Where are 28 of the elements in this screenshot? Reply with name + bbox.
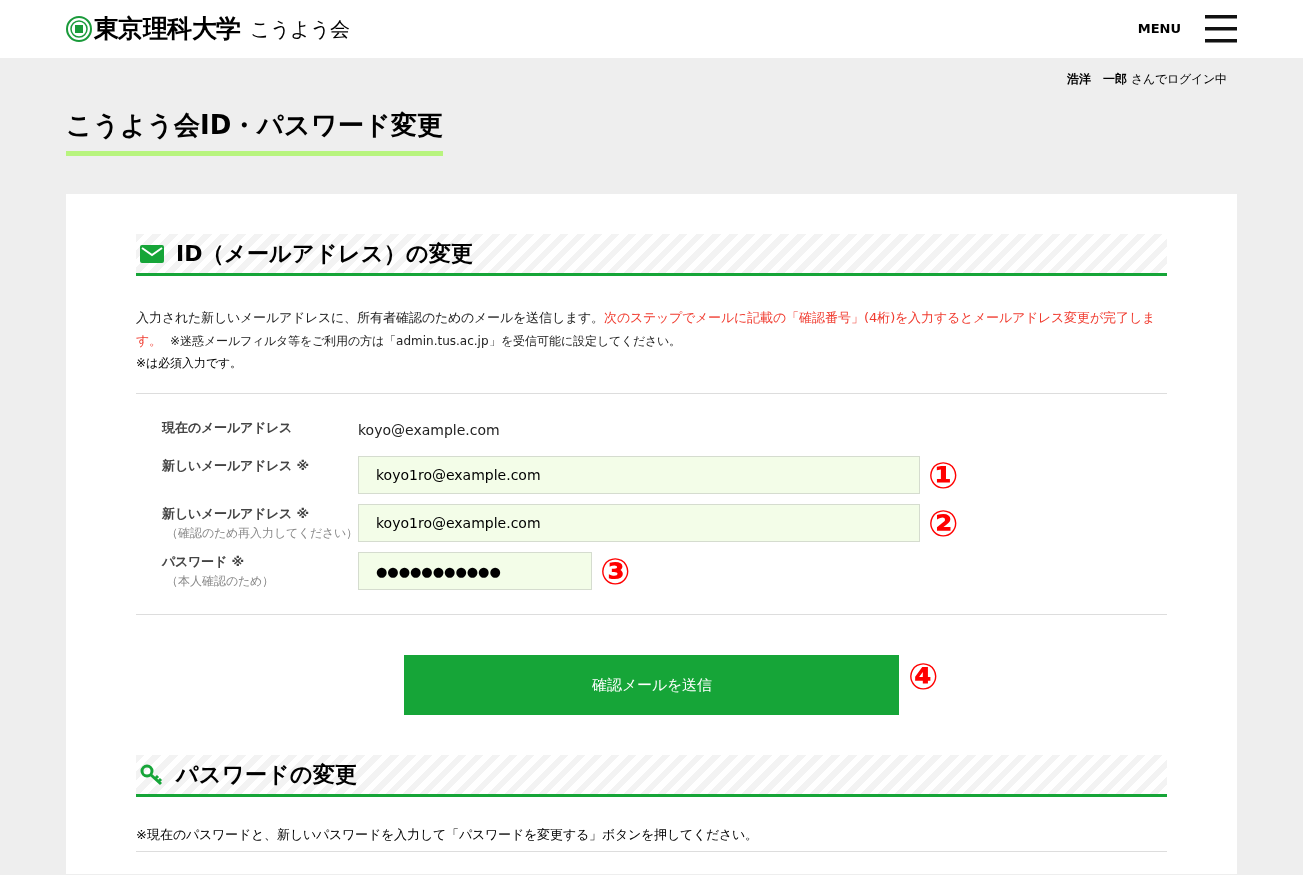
key-icon bbox=[140, 763, 164, 786]
page-title: こうよう会ID・パスワード変更 bbox=[66, 106, 444, 156]
description-text: 入力された新しいメールアドレスに、所有者確認のためのメールを送信します。次のステップでメールに記載の「確認番号」(4桁)を入力するとメールアドレス変更が完了します。 ※迷惑メールフィルタ等をご利用の方は「admin.tus.ac.jp」を受信可能に設定してください。 bbox=[136, 309, 1157, 350]
email-field[interactable]: koyo1ro@example.com bbox=[358, 456, 920, 494]
logo-subtitle: こうよう会 bbox=[250, 16, 351, 43]
field-label: 新しいメールアドレス ※ bbox=[162, 505, 311, 523]
section-title: パスワードの変更 bbox=[176, 761, 357, 789]
email-field[interactable]: koyo1ro@example.com bbox=[358, 504, 920, 542]
logo-text[interactable]: 東京理科大学 bbox=[94, 10, 241, 48]
envelope-icon bbox=[140, 244, 164, 263]
field-label: 新しいメールアドレス ※ bbox=[162, 457, 311, 475]
annotation-number: ② bbox=[928, 506, 959, 542]
field-hint: （確認のため再入力してください） bbox=[165, 524, 358, 542]
annotation-number: ③ bbox=[600, 554, 631, 590]
annotation-number: ① bbox=[928, 458, 959, 494]
annotation-number: ④ bbox=[908, 659, 939, 695]
field-label: 現在のメールアドレス bbox=[162, 419, 293, 437]
description-text: ※現在のパスワードと、新しいパスワードを入力して「パスワードを変更する」ボタンを押してください。 bbox=[136, 825, 1167, 852]
menu-label[interactable]: MENU bbox=[1137, 19, 1181, 39]
menu-icon[interactable] bbox=[1205, 15, 1237, 43]
emblem-icon bbox=[66, 16, 92, 42]
password-field[interactable]: ●●●●●●●●●●● bbox=[358, 552, 592, 590]
required-note: ※は必須入力です。 bbox=[136, 355, 244, 372]
field-hint: （本人確認のため） bbox=[165, 572, 275, 590]
field-label: パスワード ※ bbox=[162, 553, 246, 571]
section-title: ID（メールアドレス）の変更 bbox=[176, 240, 474, 268]
login-status: 浩洋 一郎 さんでログイン中 bbox=[1067, 71, 1227, 88]
current-email: koyo@example.com bbox=[358, 422, 500, 438]
